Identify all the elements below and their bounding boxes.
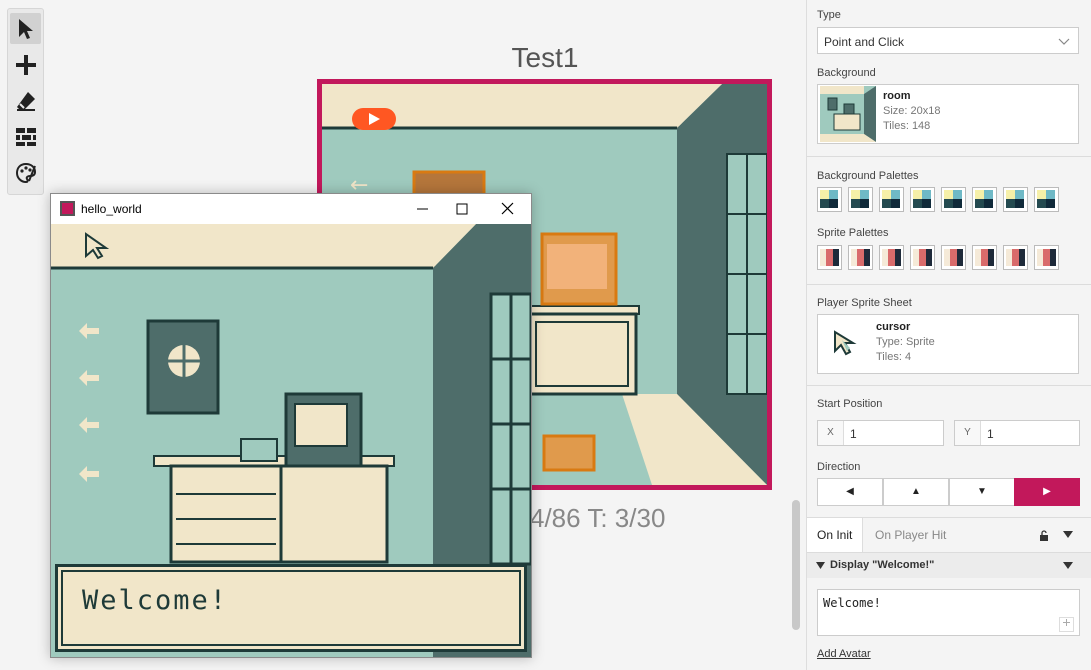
- tab-on-init[interactable]: On Init: [807, 518, 864, 552]
- sprite-palette-swatch[interactable]: [848, 245, 873, 270]
- scene-actor-trigger-counts: 4/86 T: 3/30: [530, 503, 666, 533]
- close-icon: [501, 202, 514, 215]
- collapse-caret-icon: [816, 562, 825, 569]
- game-preview-window[interactable]: hello_world Welcome!: [50, 193, 532, 658]
- sprite-palette-swatch[interactable]: [879, 245, 904, 270]
- sprite-palettes-label: Sprite Palettes: [817, 227, 889, 239]
- plus-icon: [15, 54, 36, 75]
- maximize-button[interactable]: [452, 200, 472, 218]
- direction-up-button[interactable]: ▲: [883, 478, 949, 506]
- background-tiles: 148: [911, 120, 931, 132]
- background-palette-swatch[interactable]: [1034, 187, 1059, 212]
- eraser-icon: [16, 91, 35, 111]
- direction-left-button[interactable]: ◀: [817, 478, 883, 506]
- start-position-label: Start Position: [817, 398, 883, 410]
- dialogue-text: Welcome!: [82, 585, 229, 616]
- lock-icon[interactable]: [1039, 530, 1049, 542]
- background-palette-swatch[interactable]: [817, 187, 842, 212]
- background-thumbnail: [820, 86, 876, 142]
- eraser-tool[interactable]: [10, 85, 41, 116]
- chevron-down-icon: [1058, 38, 1070, 45]
- scene-title[interactable]: Test1: [480, 42, 610, 74]
- player-sprite-tiles-label: Tiles:: [876, 351, 902, 363]
- close-button[interactable]: [498, 200, 518, 218]
- player-sprite-type: Sprite: [905, 336, 935, 348]
- add-text-button[interactable]: [1059, 617, 1074, 632]
- start-y-value: 1: [987, 427, 994, 441]
- player-sprite-select[interactable]: cursor Type: Sprite Tiles: 4: [817, 314, 1079, 374]
- type-label: Type: [817, 9, 841, 21]
- background-palette-swatch[interactable]: [972, 187, 997, 212]
- player-sprite-type-label: Type:: [876, 336, 903, 348]
- start-x-label: X: [818, 421, 844, 445]
- palette-icon: [15, 162, 36, 183]
- player-sprite-tiles: 4: [904, 351, 912, 363]
- colors-tool[interactable]: [10, 157, 41, 188]
- event-text-input[interactable]: Welcome!: [817, 589, 1080, 636]
- editor-toolbar: [7, 8, 44, 195]
- background-size: 20x18: [910, 105, 941, 117]
- start-y-label: Y: [955, 421, 981, 445]
- minimize-icon: [417, 208, 428, 210]
- background-tiles-label: Tiles:: [883, 120, 909, 132]
- cursor-sprite-icon: [834, 330, 857, 356]
- background-palette-swatch[interactable]: [910, 187, 935, 212]
- plus-icon: [1063, 619, 1070, 626]
- maximize-icon: [456, 203, 468, 215]
- type-select[interactable]: Point and Click: [817, 27, 1079, 54]
- event-text-value: Welcome!: [823, 596, 881, 610]
- background-select[interactable]: room Size: 20x18 Tiles: 148: [817, 84, 1079, 144]
- properties-sidebar: Type Point and Click Background room Siz…: [806, 0, 1091, 670]
- sprite-palette-swatch[interactable]: [972, 245, 997, 270]
- background-palettes-label: Background Palettes: [817, 170, 919, 182]
- start-x-field[interactable]: X 1: [817, 420, 944, 446]
- background-size-label: Size:: [883, 105, 908, 117]
- brick-wall-icon: [15, 127, 36, 146]
- dialogue-box: Welcome!: [55, 564, 527, 652]
- background-palette-swatch[interactable]: [1003, 187, 1028, 212]
- add-actor-tool[interactable]: [10, 49, 41, 80]
- app-icon: [60, 201, 75, 216]
- minimize-button[interactable]: [413, 200, 433, 218]
- background-palette-swatch[interactable]: [941, 187, 966, 212]
- player-sprite-label: Player Sprite Sheet: [817, 297, 912, 309]
- background-palette-swatch[interactable]: [848, 187, 873, 212]
- collisions-tool[interactable]: [10, 121, 41, 152]
- window-title: hello_world: [81, 202, 142, 216]
- event-header[interactable]: Display "Welcome!": [807, 553, 1091, 578]
- select-tool[interactable]: [10, 13, 41, 44]
- background-name: room: [883, 90, 911, 102]
- sprite-palette-swatch[interactable]: [1034, 245, 1059, 270]
- add-avatar-link[interactable]: Add Avatar: [817, 648, 871, 660]
- start-x-value: 1: [850, 427, 857, 441]
- canvas-scrollbar[interactable]: [792, 500, 800, 630]
- type-select-value: Point and Click: [824, 35, 905, 49]
- sprite-palette-swatch[interactable]: [941, 245, 966, 270]
- sprite-palette-swatch[interactable]: [1003, 245, 1028, 270]
- event-menu-icon[interactable]: [1063, 562, 1073, 570]
- game-viewport[interactable]: Welcome!: [51, 224, 531, 657]
- background-palette-swatch[interactable]: [879, 187, 904, 212]
- direction-down-button[interactable]: ▼: [949, 478, 1015, 506]
- tab-on-player-hit[interactable]: On Player Hit: [865, 518, 956, 552]
- player-sprite-name: cursor: [876, 321, 911, 333]
- start-y-field[interactable]: Y 1: [954, 420, 1080, 446]
- direction-right-button[interactable]: ▶: [1014, 478, 1080, 506]
- sprite-palette-swatch[interactable]: [910, 245, 935, 270]
- sprite-palette-swatch[interactable]: [817, 245, 842, 270]
- window-titlebar[interactable]: hello_world: [51, 194, 531, 224]
- background-label: Background: [817, 67, 876, 79]
- caret-down-icon[interactable]: [1063, 531, 1073, 539]
- cursor-arrow-icon: [18, 18, 33, 39]
- direction-label: Direction: [817, 461, 861, 473]
- event-title: Display "Welcome!": [830, 559, 935, 571]
